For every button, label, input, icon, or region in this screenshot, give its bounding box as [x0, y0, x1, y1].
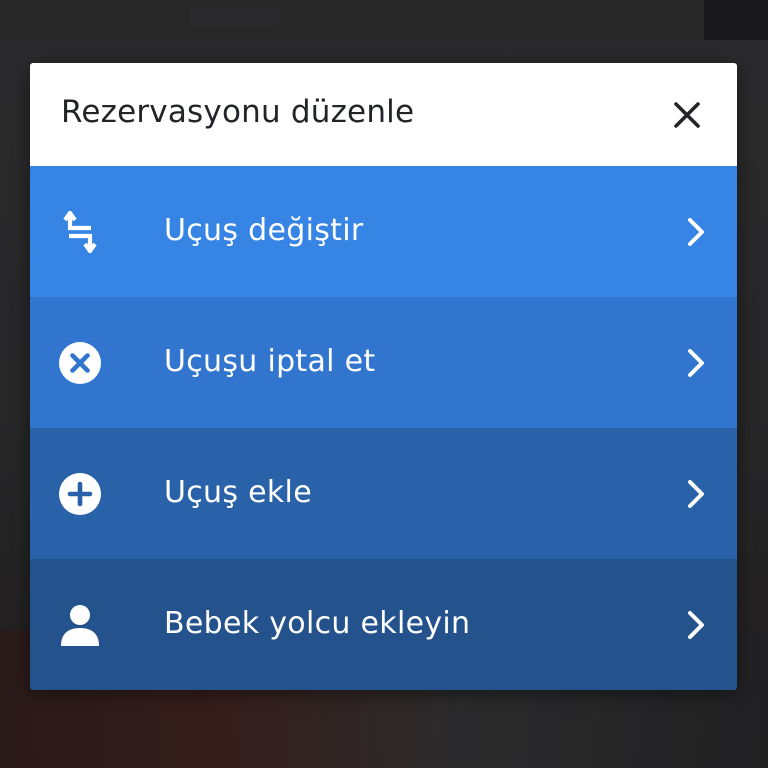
chevron-right-icon — [685, 609, 709, 641]
menu-item-label: Uçuş ekle — [164, 475, 312, 510]
dialog-header: Rezervasyonu düzenle — [30, 63, 737, 166]
close-icon — [674, 102, 700, 128]
menu-item-label: Uçuş değiştir — [164, 213, 364, 248]
dialog-title: Rezervasyonu düzenle — [61, 94, 415, 130]
chevron-right-icon — [685, 216, 709, 248]
close-button[interactable] — [667, 95, 707, 135]
swap-arrows-icon — [57, 209, 103, 255]
chevron-right-icon — [685, 478, 709, 510]
menu-item-add-flight[interactable]: Uçuş ekle — [30, 428, 737, 559]
menu-item-change-flight[interactable]: Uçuş değiştir — [30, 166, 737, 297]
menu-item-cancel-flight[interactable]: Uçuşu iptal et — [30, 297, 737, 428]
person-icon — [57, 602, 103, 648]
cancel-circle-icon — [57, 340, 103, 386]
menu-item-label: Uçuşu iptal et — [164, 344, 376, 379]
menu-item-label: Bebek yolcu ekleyin — [164, 606, 471, 641]
menu-item-add-infant[interactable]: Bebek yolcu ekleyin — [30, 559, 737, 690]
add-circle-icon — [57, 471, 103, 517]
chevron-right-icon — [685, 347, 709, 379]
edit-reservation-dialog: Rezervasyonu düzenle Uçuş değiştir Uçuşu… — [30, 63, 737, 690]
